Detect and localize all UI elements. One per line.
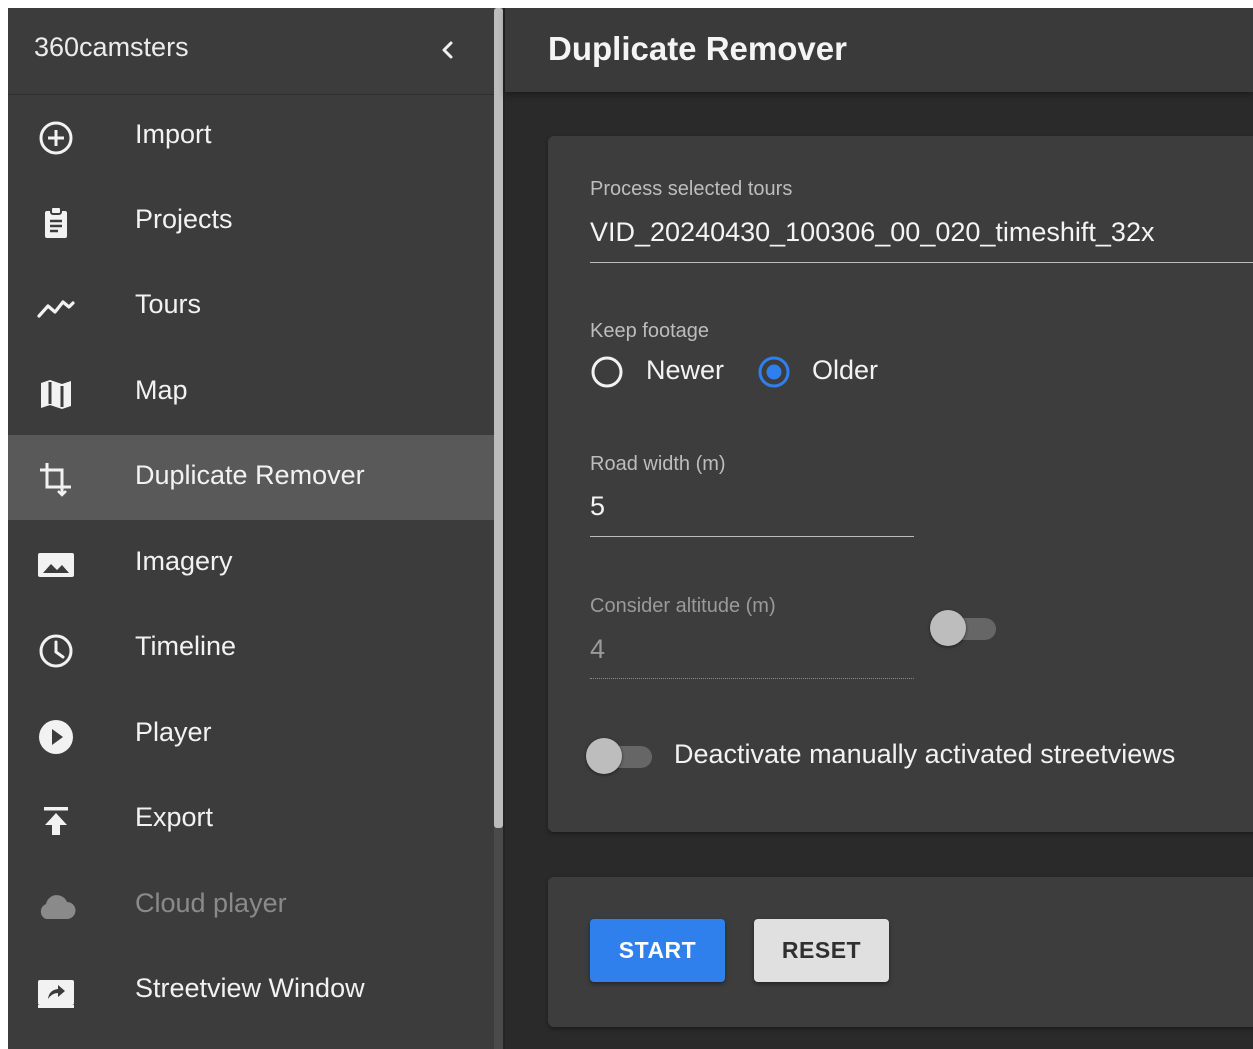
sidebar-item-label: Projects [135,204,233,234]
chevron-left-icon [442,41,453,59]
play-circle-icon [36,716,76,756]
sidebar-item-label: Map [135,375,188,405]
image-icon [36,545,76,585]
sidebar-item-label: Timeline [135,631,237,661]
altitude-toggle-knob [930,610,966,646]
open-in-window-icon [36,972,76,1012]
cloud-icon [36,887,76,927]
tours-select[interactable]: VID_20240430_100306_00_020_timeshift_32x [590,217,1154,248]
start-button[interactable]: START [590,919,725,982]
settings-card: Process selected tours VID_20240430_1003… [548,136,1253,832]
radio-newer[interactable] [591,356,623,388]
tours-underline [590,262,1253,263]
altitude-toggle[interactable] [930,610,1002,646]
add-circle-icon [36,118,76,158]
trending-line-icon [36,288,76,328]
app-window: 360camsters Import Projects Tours Map Du… [8,8,1253,1049]
sidebar-item-label: Cloud player [135,888,287,918]
sidebar-item-projects[interactable]: Projects [8,179,494,264]
upload-icon [36,801,76,841]
clock-icon [36,630,76,670]
sidebar-scrollbar-thumb[interactable] [494,8,503,828]
sidebar-item-map[interactable]: Map [8,350,494,435]
sidebar-item-export[interactable]: Export [8,777,494,862]
altitude-label: Consider altitude (m) [590,595,776,617]
radio-newer-label[interactable]: Newer [646,355,724,386]
road-width-input[interactable]: 5 [590,491,605,522]
sidebar-item-label: Tours [135,289,202,319]
crop-icon [36,459,76,499]
sidebar-item-import[interactable]: Import [8,94,494,179]
radio-checked-icon [758,356,790,388]
clipboard-icon [36,203,76,243]
sidebar-item-label: Import [135,119,212,149]
app-title: 360camsters [34,32,189,62]
sidebar-item-player[interactable]: Player [8,692,494,777]
radio-older-label[interactable]: Older [812,355,878,386]
tours-label: Process selected tours [590,178,793,200]
collapse-sidebar-button[interactable] [432,34,464,66]
road-width-label: Road width (m) [590,453,726,475]
panel-divider [503,8,505,1049]
sidebar-item-label: Duplicate Remover [135,460,365,490]
sidebar-item-label: Export [135,802,214,832]
sidebar-item-label: Player [135,717,212,747]
altitude-input[interactable]: 4 [590,634,605,665]
sidebar-item-cloud-player[interactable]: Cloud player [8,863,494,948]
sidebar: 360camsters Import Projects Tours Map Du… [8,8,494,1049]
deactivate-streetviews-label: Deactivate manually activated streetview… [674,739,1176,769]
actions-card: START RESET [548,877,1253,1027]
keep-footage-label: Keep footage [590,320,709,342]
deactivate-toggle-knob [586,738,622,774]
sidebar-item-duplicate-remover[interactable]: Duplicate Remover [8,435,494,520]
radio-older[interactable] [758,356,790,388]
road-width-underline [590,536,914,537]
sidebar-item-streetview-window[interactable]: Streetview Window [8,948,494,1033]
map-icon [36,374,76,414]
radio-unchecked-icon [591,356,623,388]
sidebar-item-tours[interactable]: Tours [8,264,494,349]
deactivate-streetviews-toggle[interactable] [586,738,658,774]
sidebar-item-timeline[interactable]: Timeline [8,606,494,691]
sidebar-item-imagery[interactable]: Imagery [8,521,494,606]
sidebar-item-label: Imagery [135,546,233,576]
reset-button[interactable]: RESET [754,919,889,982]
top-bar: Duplicate Remover [505,8,1253,92]
page-title: Duplicate Remover [548,30,847,67]
sidebar-item-label: Streetview Window [135,973,365,1003]
altitude-underline [590,678,914,680]
sidebar-header: 360camsters [8,8,494,95]
